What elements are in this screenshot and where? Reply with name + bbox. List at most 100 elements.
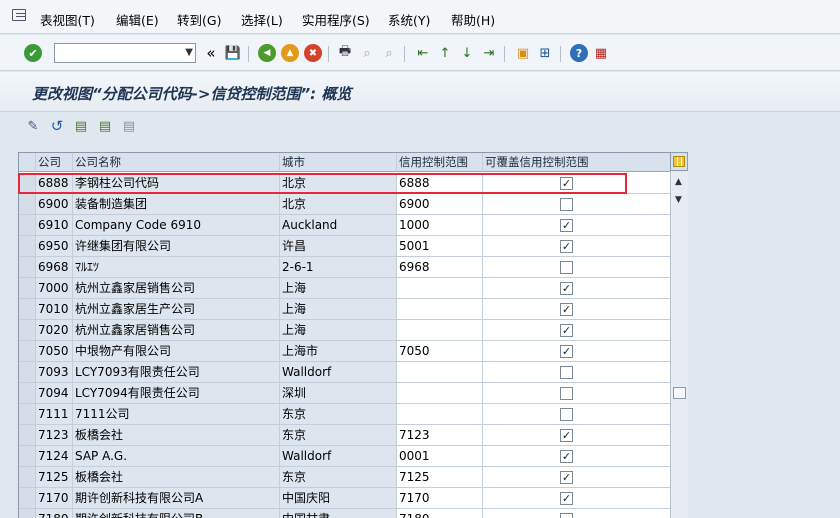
- previous-page-icon[interactable]: ↑: [436, 44, 454, 62]
- overwrite-checkbox[interactable]: ✓: [560, 177, 573, 190]
- vertical-scrollbar[interactable]: ▲ ▼: [670, 171, 688, 518]
- row-selector[interactable]: [19, 173, 36, 194]
- cell-credit-control-area[interactable]: 7123: [397, 425, 483, 446]
- row-selector[interactable]: [19, 488, 36, 509]
- overwrite-checkbox[interactable]: ✓: [560, 282, 573, 295]
- row-selector[interactable]: [19, 320, 36, 341]
- scroll-down-icon[interactable]: ▼: [675, 195, 682, 205]
- cell-credit-control-area[interactable]: 1000: [397, 215, 483, 236]
- exit-icon[interactable]: ▲: [281, 44, 299, 62]
- cell-credit-control-area[interactable]: 7125: [397, 467, 483, 488]
- next-page-icon[interactable]: ↓: [458, 44, 476, 62]
- cell-credit-control-area[interactable]: [397, 404, 483, 425]
- row-selector[interactable]: [19, 509, 36, 518]
- menu-table-view[interactable]: 表视图(T): [40, 10, 95, 29]
- command-input[interactable]: [55, 44, 175, 62]
- copy-as-icon[interactable]: ▤: [96, 117, 114, 135]
- menu-edit[interactable]: 编辑(E): [116, 10, 159, 29]
- header-credit-control-area[interactable]: 信用控制范围: [397, 153, 483, 172]
- row-selector[interactable]: [19, 383, 36, 404]
- header-company-name[interactable]: 公司名称: [73, 153, 280, 172]
- cell-credit-control-area[interactable]: [397, 299, 483, 320]
- last-page-icon[interactable]: ⇥: [480, 44, 498, 62]
- back-nav-icon[interactable]: «: [202, 44, 220, 62]
- chevron-down-icon[interactable]: ▼: [185, 47, 193, 58]
- cell-credit-control-area[interactable]: 0001: [397, 446, 483, 467]
- overwrite-checkbox[interactable]: ✓: [560, 450, 573, 463]
- help-icon[interactable]: ?: [570, 44, 588, 62]
- cell-credit-control-area[interactable]: [397, 383, 483, 404]
- overwrite-checkbox[interactable]: [560, 261, 573, 274]
- customize-layout-icon[interactable]: ▦: [592, 44, 610, 62]
- change-display-icon[interactable]: ✎: [24, 117, 42, 135]
- table-row: 7125 板橋会社 东京 7125 ✓: [19, 467, 670, 488]
- row-selector[interactable]: [19, 194, 36, 215]
- menu-help[interactable]: 帮助(H): [451, 10, 495, 29]
- overwrite-checkbox[interactable]: [560, 408, 573, 421]
- row-selector[interactable]: [19, 467, 36, 488]
- cell-credit-control-area[interactable]: 7180: [397, 509, 483, 518]
- cell-credit-control-area[interactable]: 5001: [397, 236, 483, 257]
- row-selector[interactable]: [19, 299, 36, 320]
- scroll-thumb[interactable]: [673, 387, 686, 399]
- new-entries-icon[interactable]: ▤: [72, 117, 90, 135]
- cell-credit-control-area[interactable]: [397, 362, 483, 383]
- undo-icon[interactable]: ↺: [48, 117, 66, 135]
- save-icon[interactable]: 💾: [224, 44, 242, 62]
- ok-icon[interactable]: ✔: [24, 44, 42, 62]
- system-menu-icon[interactable]: [12, 9, 26, 21]
- print-icon[interactable]: 🖶: [336, 44, 354, 62]
- header-city[interactable]: 城市: [280, 153, 397, 172]
- row-selector[interactable]: [19, 425, 36, 446]
- overwrite-checkbox[interactable]: ✓: [560, 324, 573, 337]
- header-overwrite-credit-area[interactable]: 可覆盖信用控制范围: [483, 153, 670, 172]
- cell-credit-control-area[interactable]: [397, 320, 483, 341]
- menu-system[interactable]: 系统(Y): [388, 10, 430, 29]
- cell-credit-control-area[interactable]: 7170: [397, 488, 483, 509]
- overwrite-checkbox[interactable]: [560, 387, 573, 400]
- menu-utilities[interactable]: 实用程序(S): [302, 10, 370, 29]
- select-all-header[interactable]: [19, 153, 36, 172]
- menu-select[interactable]: 选择(L): [241, 10, 283, 29]
- cell-city: 许昌: [280, 236, 397, 257]
- cell-company-name: 板橋会社: [73, 425, 280, 446]
- cell-credit-control-area[interactable]: 6968: [397, 257, 483, 278]
- overwrite-checkbox[interactable]: [560, 198, 573, 211]
- cancel-icon[interactable]: ✖: [304, 44, 322, 62]
- scroll-up-icon[interactable]: ▲: [675, 177, 682, 187]
- overwrite-checkbox[interactable]: ✓: [560, 471, 573, 484]
- cell-credit-control-area[interactable]: 6888: [397, 173, 483, 194]
- cell-credit-control-area[interactable]: 7050: [397, 341, 483, 362]
- row-selector[interactable]: [19, 362, 36, 383]
- column-config-button[interactable]: [670, 152, 688, 171]
- row-selector[interactable]: [19, 257, 36, 278]
- header-company-code[interactable]: 公司: [36, 153, 73, 172]
- cell-credit-control-area[interactable]: [397, 278, 483, 299]
- row-selector[interactable]: [19, 341, 36, 362]
- row-selector[interactable]: [19, 278, 36, 299]
- find-next-icon[interactable]: ⌕: [380, 44, 398, 62]
- menu-goto[interactable]: 转到(G): [177, 10, 221, 29]
- command-field[interactable]: ▼: [54, 43, 196, 63]
- row-selector[interactable]: [19, 215, 36, 236]
- overwrite-checkbox[interactable]: ✓: [560, 303, 573, 316]
- row-selector[interactable]: [19, 446, 36, 467]
- overwrite-checkbox[interactable]: ✓: [560, 492, 573, 505]
- overwrite-checkbox[interactable]: [560, 366, 573, 379]
- overwrite-checkbox[interactable]: ✓: [560, 219, 573, 232]
- overwrite-checkbox[interactable]: [560, 513, 573, 518]
- cell-company-code: 6910: [36, 215, 73, 236]
- overwrite-checkbox[interactable]: ✓: [560, 429, 573, 442]
- shortcut-icon[interactable]: ⊞: [536, 44, 554, 62]
- row-selector[interactable]: [19, 404, 36, 425]
- overwrite-checkbox[interactable]: ✓: [560, 240, 573, 253]
- find-icon[interactable]: ⌕: [358, 44, 376, 62]
- first-page-icon[interactable]: ⇤: [414, 44, 432, 62]
- row-selector[interactable]: [19, 236, 36, 257]
- cell-overwrite: [483, 509, 670, 518]
- delete-icon[interactable]: ▤: [120, 117, 138, 135]
- overwrite-checkbox[interactable]: ✓: [560, 345, 573, 358]
- back-icon[interactable]: ◀: [258, 44, 276, 62]
- new-session-icon[interactable]: ▣: [514, 44, 532, 62]
- cell-credit-control-area[interactable]: 6900: [397, 194, 483, 215]
